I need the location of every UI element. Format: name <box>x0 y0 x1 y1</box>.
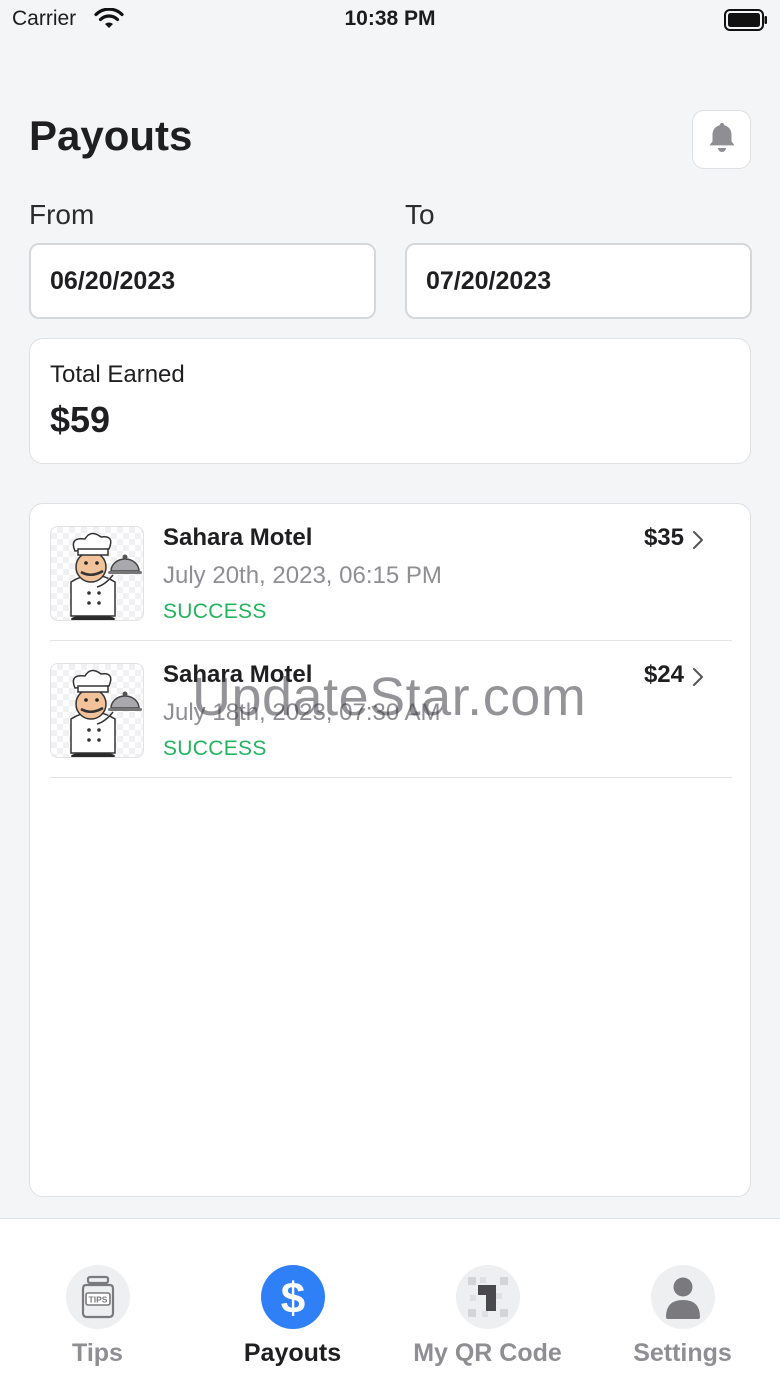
tab-payouts[interactable]: $ Payouts <box>195 1219 390 1387</box>
payout-status: SUCCESS <box>163 600 267 623</box>
notifications-button[interactable] <box>692 110 751 169</box>
to-date-field[interactable]: 07/20/2023 <box>405 243 752 319</box>
person-icon <box>650 1265 715 1329</box>
tips-jar-icon: TIPS <box>65 1265 130 1329</box>
from-date-field[interactable]: 06/20/2023 <box>29 243 376 319</box>
chef-icon <box>50 526 144 621</box>
tab-payouts-label: Payouts <box>243 1339 342 1367</box>
battery-icon <box>724 9 768 36</box>
dollar-icon: $ <box>260 1265 325 1329</box>
payout-amount: $24 <box>643 661 684 688</box>
payouts-list: Sahara Motel July 20th, 2023, 06:15 PM S… <box>29 503 751 1197</box>
status-bar: Carrier 10:38 PM <box>0 0 780 40</box>
watermark: UpdateStar.com <box>192 667 587 727</box>
to-date-value: 07/20/2023 <box>426 266 552 295</box>
tab-my-qr-code[interactable]: My QR Code <box>390 1219 585 1387</box>
tab-bar: TIPS Tips $ Payouts My QR Code Settings <box>0 1218 780 1387</box>
payout-status: SUCCESS <box>163 737 267 760</box>
page-title: Payouts <box>29 112 193 159</box>
tab-tips[interactable]: TIPS Tips <box>0 1219 195 1387</box>
total-earned-value: $59 <box>50 399 111 440</box>
svg-text:$: $ <box>280 1275 304 1319</box>
tab-tips-label: Tips <box>72 1339 123 1367</box>
from-label: From <box>29 199 95 230</box>
payout-date: July 20th, 2023, 06:15 PM <box>163 562 442 589</box>
payout-amount: $35 <box>643 524 684 551</box>
to-label: To <box>405 199 435 230</box>
from-date-value: 06/20/2023 <box>50 266 176 295</box>
status-time: 10:38 PM <box>344 7 436 30</box>
bell-icon <box>708 121 736 158</box>
tab-my-qr-code-label: My QR Code <box>413 1339 562 1367</box>
payout-merchant: Sahara Motel <box>163 524 313 551</box>
chevron-right-icon <box>692 667 704 692</box>
qr-code-icon <box>455 1265 520 1329</box>
tab-settings-label: Settings <box>633 1339 732 1367</box>
total-earned-label: Total Earned <box>50 361 185 388</box>
chef-icon <box>50 663 144 758</box>
svg-text:TIPS: TIPS <box>88 1295 107 1305</box>
payout-row[interactable]: Sahara Motel July 20th, 2023, 06:15 PM S… <box>50 504 732 641</box>
tab-settings[interactable]: Settings <box>585 1219 780 1387</box>
total-earned-card: Total Earned $59 <box>29 338 751 464</box>
chevron-right-icon <box>692 530 704 555</box>
